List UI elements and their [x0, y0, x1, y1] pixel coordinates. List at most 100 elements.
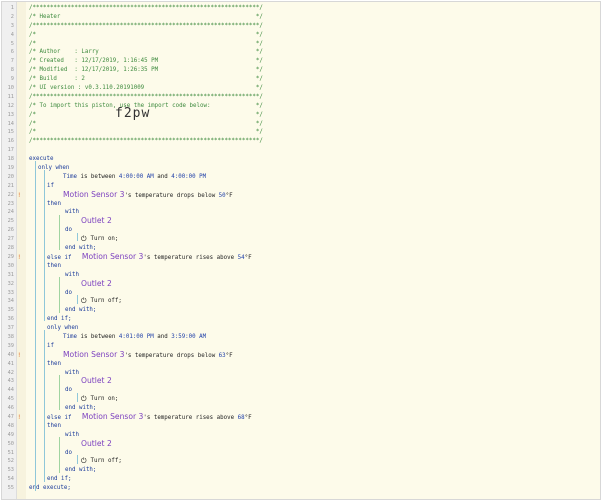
code-text: do: [65, 226, 72, 235]
device-name[interactable]: Outlet 2: [81, 279, 112, 288]
warning-icon[interactable]: !: [18, 352, 20, 359]
code-line: 32 Outlet 2: [2, 279, 600, 289]
line-number: 32: [7, 280, 14, 287]
indent-guide: [35, 161, 36, 491]
line-number: 42: [7, 369, 14, 376]
code-text: ⏻ Turn off;: [81, 297, 122, 306]
code-token: °F: [225, 352, 233, 359]
keyword: Time: [63, 333, 77, 340]
indent-guide: [59, 374, 60, 411]
code-text: ⏻ Turn on;: [81, 235, 118, 244]
keyword: only when: [38, 165, 70, 172]
code-text: with: [65, 431, 79, 440]
code-line: 34 ⏻ Turn off;: [2, 297, 600, 306]
line-number: 48: [7, 422, 14, 429]
code-text: ⏻ Turn on;: [81, 395, 118, 404]
line-number: 50: [7, 440, 14, 447]
code-line: 25 Outlet 2: [2, 216, 600, 226]
device-name[interactable]: Motion Sensor 3: [63, 190, 124, 199]
code-line: 43 Outlet 2: [2, 376, 600, 386]
code-line: 48 then: [2, 422, 600, 431]
code-line: 22! Motion Sensor 3's temperature drops b…: [2, 190, 600, 200]
line-number: 2: [10, 13, 14, 20]
value: 3:59:00 AM: [171, 333, 207, 340]
line-number: 17: [7, 147, 14, 154]
code-line: 13/* */f2pw: [2, 106, 600, 120]
line-number: 29: [7, 253, 14, 260]
code-text: end with;: [65, 306, 96, 315]
line-number: 27: [7, 236, 14, 243]
device-name[interactable]: Outlet 2: [81, 216, 112, 225]
code-token: Turn on;: [87, 396, 119, 403]
device-name[interactable]: Motion Sensor 3: [82, 252, 143, 261]
line-number: 34: [7, 298, 14, 305]
code-text: /* Modified : 12/17/2019, 1:26:35 PM */: [29, 67, 263, 74]
code-text: if: [47, 342, 54, 351]
code-text: with: [65, 271, 79, 280]
line-number: 4: [10, 31, 14, 38]
code-line: 41 then: [2, 360, 600, 369]
line-number: 11: [7, 93, 14, 100]
device-name[interactable]: Motion Sensor 3: [82, 412, 143, 421]
keyword: end with;: [65, 405, 97, 412]
code-line: 35 end with;: [2, 306, 600, 315]
line-number: 53: [7, 467, 14, 474]
warning-icon[interactable]: !: [18, 414, 20, 421]
line-number: 26: [7, 227, 14, 234]
code-text: Time is between 4:00:00 AM and 4:00:00 P…: [63, 173, 206, 182]
code-text: /* */: [29, 40, 263, 47]
code-line: 29! else if Motion Sensor 3's temperature…: [2, 252, 600, 262]
code-text: then: [47, 262, 61, 271]
indent-guide: [77, 294, 78, 304]
value: 50: [218, 192, 226, 199]
warning-icon[interactable]: !: [18, 254, 20, 261]
line-number: 5: [10, 40, 14, 47]
line-number: 30: [7, 262, 14, 269]
code-token: °F: [244, 254, 252, 261]
device-name[interactable]: Outlet 2: [81, 376, 112, 385]
line-number: 14: [7, 120, 14, 127]
keyword: with: [65, 369, 79, 376]
line-number: 47: [7, 413, 14, 420]
keyword: then: [47, 422, 61, 429]
keyword: execute: [29, 156, 54, 163]
warning-icon[interactable]: !: [18, 192, 20, 199]
code-token: 's temperature drops below: [124, 352, 219, 359]
line-number: 52: [7, 458, 14, 465]
code-text: /* Author : Larry */: [29, 49, 263, 56]
indent-guide: [59, 437, 60, 473]
line-number: 1: [10, 5, 14, 11]
code-area: 1 /**************************************…: [2, 4, 600, 493]
line-number: 44: [7, 387, 14, 394]
code-line: 14 /* */: [2, 120, 600, 129]
keyword: end with;: [65, 307, 97, 314]
code-line: 52 ⏻ Turn off;: [2, 457, 600, 466]
keyword: then: [47, 262, 61, 269]
code-token: and: [153, 173, 172, 180]
device-name[interactable]: Outlet 2: [81, 439, 112, 448]
line-number: 38: [7, 333, 14, 340]
code-line: 5 /* */: [2, 40, 600, 49]
code-text: Time is between 4:01:00 PM and 3:59:00 A…: [63, 333, 206, 342]
code-text: /* */: [29, 129, 263, 136]
value: 4:00:00 AM: [118, 173, 154, 180]
keyword: with: [65, 209, 79, 216]
line-number: 16: [7, 138, 14, 145]
code-text: do: [65, 289, 72, 298]
keyword: then: [47, 200, 61, 207]
code-line: 15 /* */: [2, 128, 600, 137]
code-line: 8 /* Modified : 12/17/2019, 1:26:35 PM */: [2, 66, 600, 75]
code-line: 7 /* Created : 12/17/2019, 1:16:45 PM */: [2, 57, 600, 66]
line-number: 49: [7, 431, 14, 438]
keyword: do: [65, 289, 72, 296]
line-number: 39: [7, 342, 14, 349]
code-text: do: [65, 449, 72, 458]
line-number: 18: [7, 156, 14, 163]
line-number: 6: [10, 49, 14, 56]
code-line: 23 then: [2, 200, 600, 209]
device-name[interactable]: Motion Sensor 3: [63, 350, 124, 359]
code-text: do: [65, 386, 72, 395]
code-line: 45 ⏻ Turn on;: [2, 395, 600, 404]
keyword: do: [65, 449, 72, 456]
